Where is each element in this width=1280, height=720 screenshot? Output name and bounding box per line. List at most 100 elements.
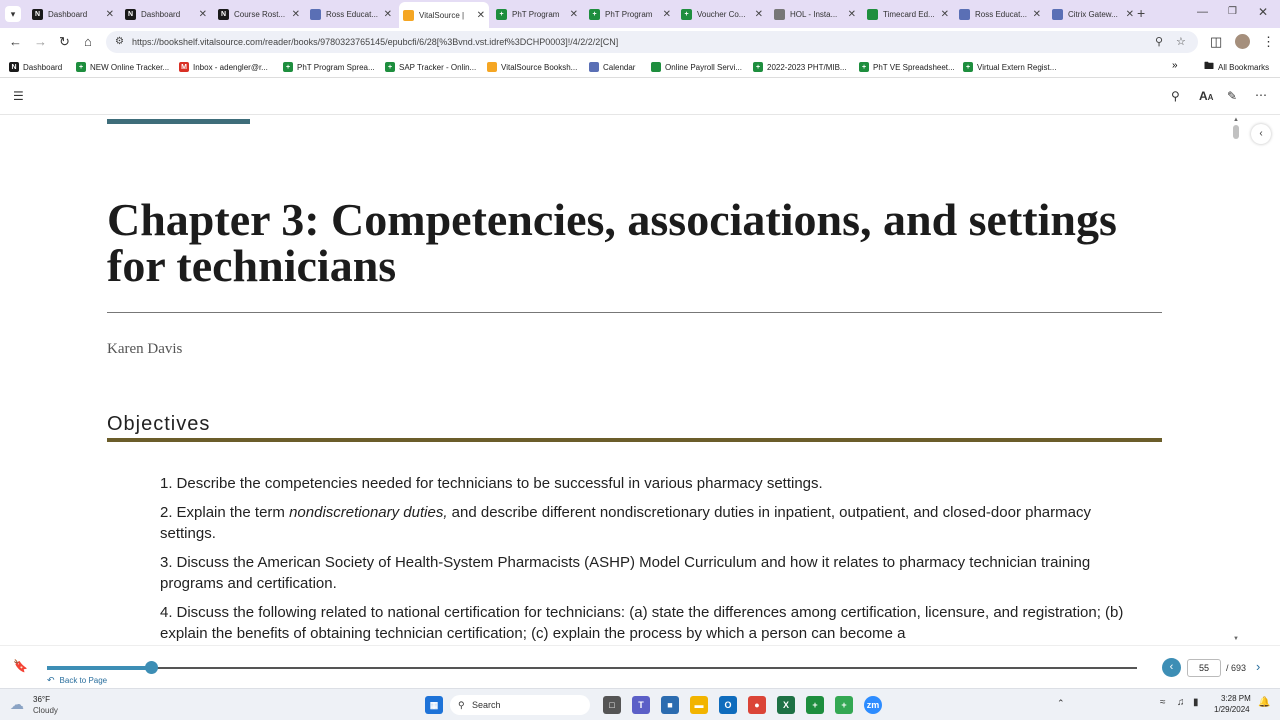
browser-menu-icon[interactable]: ⋮ (1262, 28, 1275, 56)
weather-temp[interactable]: 36°F (33, 695, 50, 704)
tab-close-icon[interactable]: ✕ (106, 9, 114, 20)
close-window-button[interactable]: ✕ (1258, 5, 1268, 19)
browser-tab[interactable]: N Course Rost... ✕ (214, 4, 304, 24)
weather-cloud-icon[interactable]: ☁ (10, 696, 24, 713)
objective-item: 3. Discuss the American Society of Health… (160, 552, 1135, 594)
tab-close-icon[interactable]: ✕ (384, 9, 392, 20)
panel-collapse-icon[interactable]: ‹ (1251, 124, 1271, 144)
tab-close-icon[interactable]: ✕ (570, 9, 578, 20)
bookmark-favicon-icon (651, 62, 661, 72)
page-number-input[interactable]: 55 (1187, 659, 1221, 677)
tray-chevron-icon[interactable]: ⌃ (1057, 698, 1065, 709)
reader-search-icon[interactable]: ⚲ (1171, 89, 1180, 103)
browser-tab[interactable]: + PhT Program ✕ (585, 4, 675, 24)
zoom-icon[interactable]: ⚲ (1155, 31, 1163, 53)
file-explorer-icon[interactable]: ▬ (690, 696, 708, 714)
back-to-page-link[interactable]: ↶ Back to Page (47, 675, 107, 686)
progress-fill (47, 666, 151, 670)
profile-avatar[interactable] (1235, 34, 1250, 49)
content-scrollbar[interactable] (1230, 115, 1242, 645)
tab-search-chevron-icon[interactable]: ▾ (5, 6, 21, 22)
outlook-icon[interactable]: O (719, 696, 737, 714)
library-icon[interactable]: ☰ (13, 89, 24, 103)
bookmark-page-icon[interactable]: 🔖 (13, 659, 28, 673)
sheets-icon-2[interactable]: + (835, 696, 853, 714)
bookmark-item[interactable]: N Dashboard (9, 56, 62, 78)
more-bookmarks-icon[interactable]: » (1172, 60, 1178, 71)
bookmark-item[interactable]: M Inbox - adengler@r... (179, 56, 268, 78)
browser-tab[interactable]: N Dashboard ✕ (121, 4, 211, 24)
notes-icon[interactable]: ✎ (1227, 89, 1237, 103)
prev-page-button[interactable]: ‹ (1162, 658, 1181, 677)
new-tab-button[interactable]: + (1137, 5, 1145, 21)
bookmark-item[interactable]: + Virtual Extern Regist... (963, 56, 1056, 78)
browser-tab[interactable]: Ross Educat... ✕ (306, 4, 396, 24)
taskview-icon[interactable]: □ (603, 696, 621, 714)
bookmark-item[interactable]: + SAP Tracker - Onlin... (385, 56, 476, 78)
browser-tab[interactable]: Ross Educat... ✕ (955, 4, 1045, 24)
scrollbar-thumb[interactable] (1233, 125, 1239, 139)
browser-tab[interactable]: Timecard Ed... ✕ (863, 4, 953, 24)
browser-tab[interactable]: + PhT Program ✕ (492, 4, 582, 24)
scroll-down-arrow-icon[interactable]: ▼ (1233, 636, 1239, 642)
home-icon[interactable]: ⌂ (84, 28, 92, 56)
browser-tab-strip: ▾ N Dashboard ✕ N Dashboard ✕ N Course Rost... ✕… (0, 0, 1280, 28)
progress-track[interactable] (47, 667, 1137, 669)
bookmark-item[interactable]: + PhT Program Sprea... (283, 56, 375, 78)
chrome-icon[interactable]: ● (748, 696, 766, 714)
bookmark-label: Online Payroll Servi... (665, 62, 742, 72)
reload-icon[interactable]: ↻ (59, 28, 70, 56)
minimize-button[interactable]: — (1197, 6, 1208, 18)
browser-tab[interactable]: + Voucher Co... ✕ (677, 4, 767, 24)
tray-network-icon[interactable]: ≈ (1160, 697, 1166, 708)
taskbar-search-box[interactable]: ⚲ Search (450, 695, 590, 715)
teams-icon[interactable]: T (632, 696, 650, 714)
tab-close-icon[interactable]: ✕ (292, 9, 300, 20)
reader-more-icon[interactable]: ⋯ (1255, 88, 1267, 102)
side-panel-icon[interactable]: ◫ (1210, 28, 1222, 56)
author-name: Karen Davis (107, 341, 183, 357)
tab-favicon-icon (959, 8, 970, 20)
bookmark-star-icon[interactable]: ☆ (1176, 31, 1186, 53)
clock-date[interactable]: 1/29/2024 (1214, 705, 1250, 714)
site-info-icon[interactable]: ⚙ (115, 31, 124, 53)
bookmark-item[interactable]: VitalSource Booksh... (487, 56, 577, 78)
tray-battery-icon[interactable]: ▮ (1193, 697, 1199, 708)
forward-arrow-icon[interactable]: → (34, 28, 47, 56)
browser-tab[interactable]: Citrix Gatew... ✕ (1048, 4, 1138, 24)
progress-knob[interactable] (144, 661, 158, 674)
bookmark-item[interactable]: Calendar (589, 56, 635, 78)
bookmark-item[interactable]: +2022-2023 PHT/MIB... (753, 56, 847, 78)
tray-volume-icon[interactable]: ♫ (1177, 697, 1185, 708)
text-size-icon[interactable]: AA (1199, 89, 1213, 103)
notification-bell-icon[interactable]: 🔔 (1258, 697, 1270, 708)
bookmark-item[interactable]: + NEW Online Tracker... (76, 56, 169, 78)
tab-close-icon[interactable]: ✕ (1126, 9, 1134, 20)
tab-close-icon[interactable]: ✕ (663, 9, 671, 20)
tab-close-icon[interactable]: ✕ (848, 9, 856, 20)
next-page-button[interactable]: › (1256, 659, 1260, 674)
zoom-app-icon[interactable]: zm (864, 696, 882, 714)
windows-start-icon[interactable]: ▦ (425, 696, 443, 714)
browser-tab[interactable]: HOL - Insta... ✕ (770, 4, 860, 24)
browser-toolbar: ← → ↻ ⌂ ⚙ https://bookshelf.vitalsource.… (0, 28, 1280, 56)
tab-close-icon[interactable]: ✕ (199, 9, 207, 20)
scroll-up-arrow-icon[interactable]: ▲ (1233, 117, 1239, 123)
excel-icon[interactable]: X (777, 696, 795, 714)
tab-close-icon[interactable]: ✕ (1033, 9, 1041, 20)
address-bar[interactable]: ⚙ https://bookshelf.vitalsource.com/read… (106, 31, 1198, 53)
bookmark-item[interactable]: Online Payroll Servi... (651, 56, 742, 78)
all-bookmarks-button[interactable]: 🖿 All Bookmarks (1204, 56, 1269, 78)
tab-close-icon[interactable]: ✕ (477, 10, 485, 21)
tab-close-icon[interactable]: ✕ (941, 9, 949, 20)
back-arrow-icon[interactable]: ← (9, 28, 22, 56)
sheets-icon[interactable]: + (806, 696, 824, 714)
restore-button[interactable]: ❐ (1228, 6, 1237, 17)
objective-number: 1. (160, 475, 173, 492)
browser-tab[interactable]: N Dashboard ✕ (28, 4, 118, 24)
bookmark-item[interactable]: + PhT VE Spreadsheet... (859, 56, 955, 78)
store-icon[interactable]: ■ (661, 696, 679, 714)
clock-time[interactable]: 3:28 PM (1221, 694, 1251, 703)
browser-tab[interactable]: VitalSource | ✕ (399, 2, 489, 28)
tab-close-icon[interactable]: ✕ (755, 9, 763, 20)
